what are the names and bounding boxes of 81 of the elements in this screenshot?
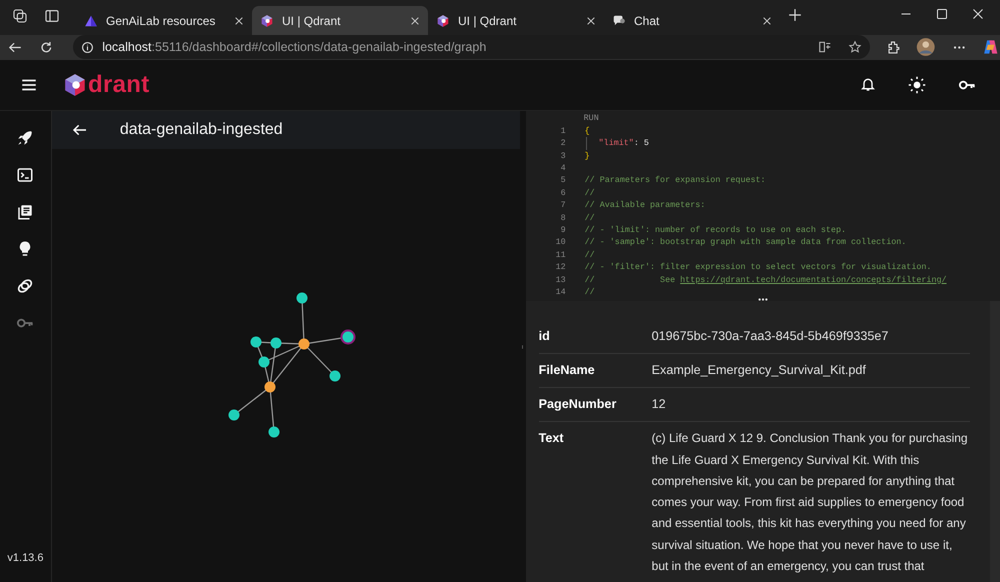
resize-handle-icon[interactable] bbox=[758, 298, 768, 302]
browser-tab[interactable]: Chat bbox=[604, 6, 780, 35]
notifications-bell-icon[interactable] bbox=[860, 76, 876, 92]
field-label: FileName bbox=[538, 362, 596, 380]
maximize-icon[interactable] bbox=[936, 8, 948, 20]
code-line: // - 'limit': number of records to use on each step. bbox=[584, 224, 846, 236]
close-icon[interactable] bbox=[234, 16, 244, 26]
code-line: // - 'filter': filter expression to select vectors for visualization. bbox=[584, 261, 932, 274]
field-value: 019675bc-730a-7aa3-845d-5b469f9335e7 bbox=[652, 328, 890, 346]
code-line: // bbox=[584, 212, 595, 224]
assistant-icon[interactable] bbox=[982, 38, 1000, 56]
line-number: 14 bbox=[554, 286, 566, 298]
graph-node[interactable] bbox=[329, 370, 340, 382]
graph-node[interactable] bbox=[250, 336, 262, 348]
browser-tab[interactable]: UI | Qdrant bbox=[252, 6, 428, 35]
browser-tab[interactable]: GenAiLab resources bbox=[76, 6, 252, 35]
logo-icon bbox=[260, 14, 274, 28]
star-icon[interactable] bbox=[848, 40, 862, 54]
extensions-icon[interactable] bbox=[886, 40, 900, 55]
code-line: // See https://qdrant.tech/documentation/concepts/filtering/ bbox=[584, 274, 947, 286]
line-number: 5 bbox=[560, 174, 566, 187]
terminal-icon[interactable] bbox=[16, 166, 34, 184]
code-line: // Parameters for expansion request: bbox=[584, 174, 766, 187]
code-line: } bbox=[584, 150, 590, 162]
line-number: 3 bbox=[560, 150, 566, 162]
graph-node[interactable] bbox=[340, 330, 356, 345]
address-field[interactable]: localhost:55116/dashboard#/collections/data-genailab-ingested/graph bbox=[73, 35, 870, 60]
graph-node[interactable] bbox=[258, 356, 270, 368]
graph-node[interactable] bbox=[264, 382, 276, 393]
info-icon bbox=[81, 40, 94, 54]
field-value: Example_Emergency_Survival_Kit.pdf bbox=[652, 362, 867, 380]
line-number: 4 bbox=[560, 162, 566, 174]
line-number: 11 bbox=[554, 248, 566, 262]
collections-icon[interactable] bbox=[16, 202, 34, 221]
sun-icon[interactable] bbox=[908, 76, 926, 94]
field-label: id bbox=[538, 328, 551, 346]
code-line: // bbox=[584, 248, 595, 262]
browser-tab[interactable]: UI | Qdrant bbox=[428, 6, 604, 35]
logo-icon bbox=[436, 14, 450, 28]
line-number: 12 bbox=[554, 261, 566, 274]
close-icon[interactable] bbox=[586, 16, 596, 26]
rings-icon[interactable] bbox=[16, 276, 34, 295]
line-number: 9 bbox=[560, 224, 566, 236]
code-line: { bbox=[584, 124, 590, 138]
version-label: v1.13.6 bbox=[7, 550, 44, 566]
graph-node[interactable] bbox=[228, 410, 240, 421]
line-number: 7 bbox=[560, 199, 566, 212]
graph-node[interactable] bbox=[270, 338, 282, 349]
graph-node[interactable] bbox=[298, 338, 310, 350]
tab-actions-icon[interactable] bbox=[44, 8, 60, 24]
avatar-icon[interactable] bbox=[916, 37, 936, 58]
refresh-icon[interactable] bbox=[38, 40, 54, 55]
chat-bubble-icon bbox=[612, 14, 626, 28]
code-line: // Available parameters: bbox=[584, 199, 706, 212]
triangle-icon bbox=[84, 14, 98, 28]
line-number: 6 bbox=[560, 186, 566, 200]
line-number: 13 bbox=[554, 274, 566, 286]
line-number: 2 bbox=[560, 137, 566, 150]
code-line: // bbox=[584, 186, 595, 200]
close-icon[interactable] bbox=[410, 16, 420, 26]
split-screen-icon[interactable] bbox=[818, 40, 832, 54]
field-label: Text bbox=[538, 430, 565, 448]
logo-text: drant bbox=[88, 70, 150, 100]
field-label: PageNumber bbox=[538, 396, 618, 414]
new-tab-icon[interactable] bbox=[788, 8, 802, 22]
run-label[interactable]: RUN bbox=[526, 112, 1000, 125]
line-number: 10 bbox=[554, 236, 566, 249]
line-number: 1 bbox=[560, 124, 566, 138]
close-icon[interactable] bbox=[762, 16, 772, 26]
graph-node[interactable] bbox=[296, 292, 308, 304]
collection-title: data-genailab-ingested bbox=[120, 120, 283, 140]
code-line: // bbox=[584, 286, 595, 298]
workspaces-icon[interactable] bbox=[12, 8, 28, 24]
code-line: // - 'sample': bootstrap graph with sample data from collection. bbox=[584, 236, 906, 249]
field-value: 12 bbox=[652, 396, 667, 414]
code-line: "limit": 5 bbox=[586, 137, 649, 150]
close-icon[interactable] bbox=[972, 8, 984, 20]
rocket-icon[interactable] bbox=[16, 128, 34, 147]
line-number: 8 bbox=[560, 212, 566, 224]
field-value: (c) Life Guard X 12 9. Conclusion Thank you for purchasing the Life Guard X Emergency Survival Kit. With this comprehensive kit, you can be prepared for anything that comes your way. From first aid supplies to emergency food and essential tools, this kit has everything you need for any survival situation. We hope that you never have to use it, but in the event of an emergency, you can trust that bbox=[652, 430, 969, 575]
graph-node[interactable] bbox=[268, 426, 280, 438]
